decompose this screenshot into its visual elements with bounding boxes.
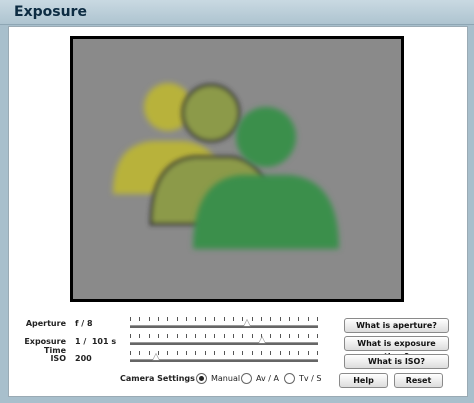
slider-tick — [280, 334, 281, 338]
slider-tick — [242, 351, 243, 355]
slider-tick — [195, 317, 196, 321]
what-is-exposure-time-button[interactable]: What is exposure time? — [344, 336, 449, 361]
slider-tick — [158, 334, 159, 338]
slider-tick — [158, 317, 159, 321]
slider-tick — [139, 334, 140, 338]
radio-av-dot[interactable] — [241, 373, 252, 384]
slider-tick — [298, 334, 299, 338]
slider-tick — [280, 317, 281, 321]
radio-tv-dot[interactable] — [284, 373, 295, 384]
slider-tick — [224, 317, 225, 321]
what-is-aperture-button[interactable]: What is aperture? — [344, 318, 449, 333]
slider-tick — [252, 317, 253, 321]
radio-manual-label: Manual — [211, 374, 241, 383]
slider-tick — [233, 334, 234, 338]
slider-tick — [214, 317, 215, 321]
slider-tick — [308, 351, 309, 355]
slider-tick — [298, 317, 299, 321]
slider-tick — [139, 317, 140, 321]
exposure-time-slider[interactable] — [130, 334, 318, 348]
slider-tick — [261, 351, 262, 355]
radio-tv-label: Tv / S — [299, 374, 322, 383]
reset-button[interactable]: Reset — [394, 373, 443, 388]
slider-tick — [205, 351, 206, 355]
exposure-time-slider-thumb[interactable] — [258, 336, 266, 344]
iso-slider[interactable] — [130, 351, 318, 365]
slider-tick — [177, 317, 178, 321]
slider-tick — [130, 351, 131, 355]
slider-tick — [177, 351, 178, 355]
slider-tick — [261, 317, 262, 321]
slider-tick — [224, 334, 225, 338]
slider-tick — [149, 317, 150, 321]
radio-manual-dot[interactable] — [196, 373, 207, 384]
slider-tick — [308, 334, 309, 338]
title-bar: Exposure — [0, 0, 474, 25]
window-title: Exposure — [14, 4, 87, 20]
slider-tick — [270, 351, 271, 355]
aperture-slider-track[interactable] — [130, 325, 318, 328]
slider-tick — [308, 317, 309, 321]
slider-tick — [252, 334, 253, 338]
slider-tick — [317, 317, 318, 321]
slider-tick — [130, 334, 131, 338]
exposure-window: Exposure Aperture f / 8 What is aperture… — [0, 0, 474, 403]
radio-av-label: Av / A — [256, 374, 279, 383]
exposure-time-value: 1 / 101 s — [75, 337, 117, 346]
slider-tick — [224, 351, 225, 355]
slider-tick — [298, 351, 299, 355]
slider-tick — [252, 351, 253, 355]
slider-tick — [205, 334, 206, 338]
slider-tick — [139, 351, 140, 355]
iso-value: 200 — [75, 354, 92, 363]
slider-tick — [317, 334, 318, 338]
aperture-slider-thumb[interactable] — [243, 319, 251, 327]
slider-tick — [130, 317, 131, 321]
help-button[interactable]: Help — [339, 373, 388, 388]
slider-tick — [317, 351, 318, 355]
slider-tick — [167, 351, 168, 355]
aperture-value: f / 8 — [75, 319, 93, 328]
slider-tick — [289, 351, 290, 355]
slider-tick — [177, 334, 178, 338]
slider-tick — [214, 334, 215, 338]
aperture-slider[interactable] — [130, 317, 318, 331]
iso-slider-thumb[interactable] — [152, 353, 160, 361]
aperture-slider-ticks — [130, 317, 318, 322]
exposure-preview — [70, 36, 404, 302]
slider-tick — [149, 351, 150, 355]
camera-settings-label: Camera Settings — [120, 374, 195, 383]
slider-tick — [186, 317, 187, 321]
aperture-label: Aperture — [25, 319, 66, 328]
slider-tick — [149, 334, 150, 338]
slider-tick — [280, 351, 281, 355]
slider-tick — [186, 334, 187, 338]
slider-tick — [270, 334, 271, 338]
slider-tick — [167, 317, 168, 321]
what-is-iso-button[interactable]: What is ISO? — [344, 354, 449, 369]
slider-tick — [242, 334, 243, 338]
exposure-time-label: Exposure Time — [24, 337, 66, 355]
iso-label: ISO — [50, 354, 66, 363]
slider-tick — [186, 351, 187, 355]
preview-image — [73, 39, 401, 299]
slider-tick — [289, 317, 290, 321]
slider-tick — [214, 351, 215, 355]
slider-tick — [195, 334, 196, 338]
slider-tick — [195, 351, 196, 355]
exposure-time-slider-track[interactable] — [130, 342, 318, 345]
slider-tick — [270, 317, 271, 321]
slider-tick — [167, 334, 168, 338]
slider-tick — [233, 317, 234, 321]
slider-tick — [233, 351, 234, 355]
slider-tick — [289, 334, 290, 338]
exposure-time-slider-ticks — [130, 334, 318, 339]
slider-tick — [205, 317, 206, 321]
